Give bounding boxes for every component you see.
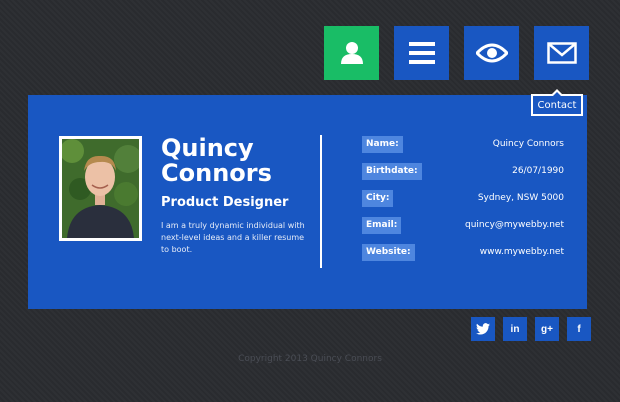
google-plus-button[interactable]: g+: [535, 317, 559, 341]
copyright-text: Copyright 2013 Quincy Connors: [238, 354, 382, 364]
profile-title: Product Designer: [161, 195, 289, 210]
detail-value[interactable]: quincy@mywebby.net: [465, 217, 564, 234]
detail-row-website: Website: www.mywebby.net: [362, 244, 564, 262]
contact-nav-button[interactable]: [534, 26, 589, 80]
mail-icon: [546, 42, 577, 64]
profile-name: Quincy Connors: [161, 136, 321, 186]
menu-nav-button[interactable]: [394, 26, 449, 80]
detail-label: Name:: [362, 136, 403, 153]
linkedin-icon: in: [510, 323, 520, 335]
linkedin-button[interactable]: in: [503, 317, 527, 341]
menu-icon: [408, 42, 435, 64]
detail-label: City:: [362, 190, 394, 207]
details-list: Name: Quincy Connors Birthdate: 26/07/19…: [362, 136, 564, 271]
detail-row-city: City: Sydney, NSW 5000: [362, 190, 564, 208]
detail-value: 26/07/1990: [512, 166, 564, 176]
social-links: in g+ f: [471, 317, 591, 341]
detail-label: Website:: [362, 244, 415, 261]
detail-row-name: Name: Quincy Connors: [362, 136, 564, 154]
last-name: Connors: [161, 159, 272, 187]
twitter-button[interactable]: [471, 317, 495, 341]
top-nav: [324, 26, 589, 80]
detail-value[interactable]: www.mywebby.net: [480, 244, 564, 261]
portfolio-nav-button[interactable]: [464, 26, 519, 80]
detail-row-email: Email: quincy@mywebby.net: [362, 217, 564, 235]
profile-bio: I am a truly dynamic individual with nex…: [161, 221, 305, 254]
detail-label: Email:: [362, 217, 402, 234]
profile-photo: [59, 136, 142, 241]
google-plus-icon: g+: [541, 323, 553, 335]
detail-value: Quincy Connors: [492, 139, 564, 149]
facebook-button[interactable]: f: [567, 317, 591, 341]
detail-value: Sydney, NSW 5000: [477, 193, 564, 203]
profile-nav-button[interactable]: [324, 26, 379, 80]
first-name: Quincy: [161, 134, 254, 162]
eye-icon: [475, 43, 508, 63]
user-icon: [340, 42, 363, 64]
facebook-icon: f: [577, 323, 581, 335]
twitter-icon: [476, 323, 490, 335]
profile-card: Quincy Connors Product Designer I am a t…: [28, 95, 587, 309]
detail-row-birthdate: Birthdate: 26/07/1990: [362, 163, 564, 181]
divider: [320, 135, 322, 268]
contact-tooltip: Contact: [531, 89, 583, 116]
detail-label: Birthdate:: [362, 163, 422, 180]
